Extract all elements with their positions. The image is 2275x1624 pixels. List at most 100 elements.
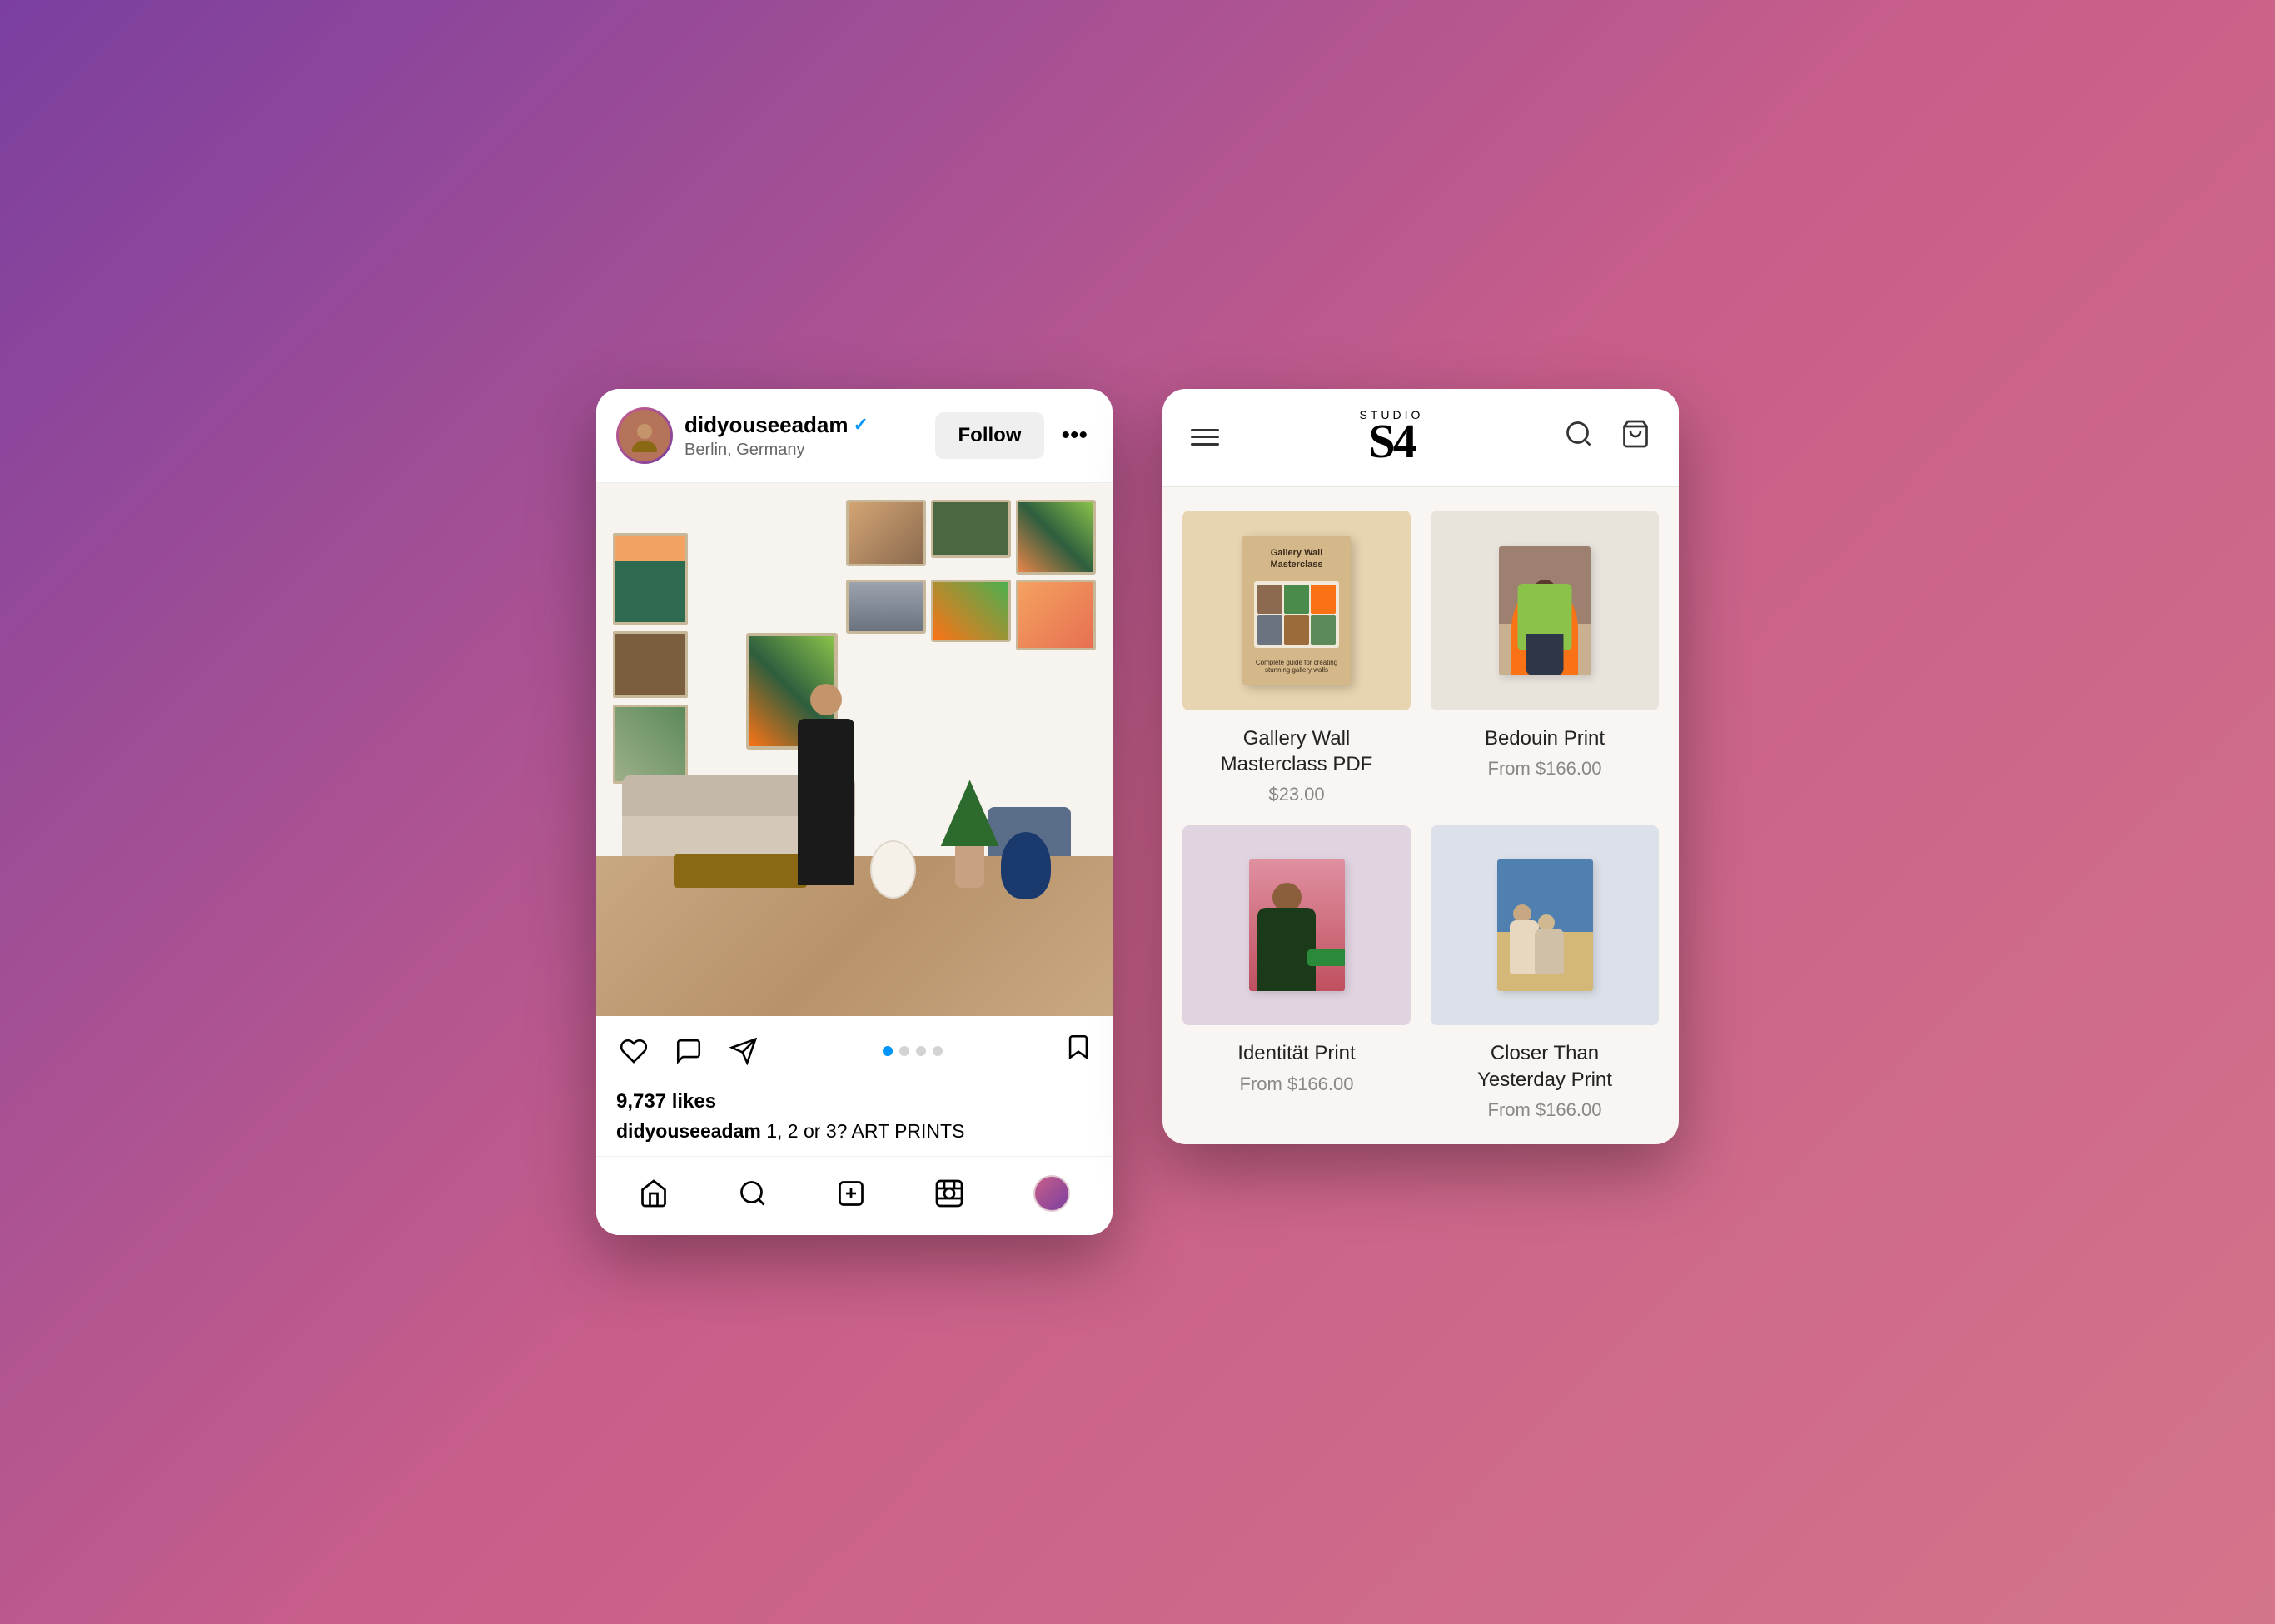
dot-3 xyxy=(916,1046,926,1056)
carousel-dots xyxy=(883,1046,943,1056)
home-icon xyxy=(639,1178,669,1208)
cart-icon xyxy=(1620,419,1650,449)
dot-2 xyxy=(899,1046,909,1056)
book-cell-4 xyxy=(1257,615,1282,645)
heart-icon xyxy=(620,1037,648,1065)
person-legs xyxy=(798,819,854,885)
like-button[interactable] xyxy=(616,1034,651,1069)
username-text: didyouseeadam xyxy=(684,412,849,438)
product-item-4[interactable]: Closer ThanYesterday Print From $166.00 xyxy=(1431,825,1659,1120)
profile-pic-nav xyxy=(1033,1175,1070,1212)
lamp-shade xyxy=(870,840,916,899)
dot-4 xyxy=(933,1046,943,1056)
product-name-1: Gallery WallMasterclass PDF xyxy=(1182,725,1411,777)
instagram-screen: didyouseeadam ✓ Berlin, Germany Follow •… xyxy=(596,389,1113,1235)
post-caption: didyouseeadam 1, 2 or 3? ART PRINTS xyxy=(596,1113,1113,1156)
bedouin-legs xyxy=(1526,634,1564,675)
add-icon xyxy=(836,1178,866,1208)
menu-line-1 xyxy=(1191,429,1219,431)
product-image-3 xyxy=(1182,825,1411,1025)
avatar[interactable] xyxy=(616,407,673,464)
product-name-2: Bedouin Print xyxy=(1431,725,1659,751)
identitat-arm xyxy=(1307,949,1345,966)
blue-vase xyxy=(1001,832,1051,899)
wall-art-4 xyxy=(846,580,926,634)
product-image-2 xyxy=(1431,511,1659,710)
user-info: didyouseeadam ✓ Berlin, Germany xyxy=(684,412,923,460)
ig-post-header: didyouseeadam ✓ Berlin, Germany Follow •… xyxy=(596,389,1113,483)
search-icon xyxy=(1564,419,1594,449)
reels-icon xyxy=(934,1178,964,1208)
comment-button[interactable] xyxy=(671,1034,706,1069)
product-image-4 xyxy=(1431,825,1659,1025)
post-image xyxy=(596,483,1113,1016)
product-price-2: From $166.00 xyxy=(1431,758,1659,780)
product-name-4: Closer ThanYesterday Print xyxy=(1431,1040,1659,1092)
caption-text: 1, 2 or 3? ART PRINTS xyxy=(766,1120,964,1142)
product-item-3[interactable]: Identität Print From $166.00 xyxy=(1182,825,1411,1120)
product-name-3: Identität Print xyxy=(1182,1040,1411,1066)
ig-bottom-nav xyxy=(596,1156,1113,1235)
bedouin-artwork xyxy=(1499,546,1591,675)
product-grid: Gallery Wall Masterclass Complete guide … xyxy=(1162,487,1679,1144)
follow-button[interactable]: Follow xyxy=(935,412,1045,459)
bedouin-figure xyxy=(1511,567,1578,675)
more-options-button[interactable]: ••• xyxy=(1056,416,1093,455)
closer-artwork xyxy=(1497,859,1593,991)
shop-search-button[interactable] xyxy=(1559,414,1599,461)
wall-art-1 xyxy=(846,500,926,566)
plant-pot xyxy=(955,846,984,888)
username-display: didyouseeadam ✓ xyxy=(684,412,923,438)
product-price-1: $23.00 xyxy=(1182,784,1411,805)
book-cell-1 xyxy=(1257,585,1282,614)
book-cover: Gallery Wall Masterclass Complete guide … xyxy=(1242,536,1351,685)
left-art-1 xyxy=(613,533,688,625)
share-button[interactable] xyxy=(726,1034,761,1069)
product-price-3: From $166.00 xyxy=(1182,1074,1411,1095)
plant-leaves xyxy=(941,780,999,846)
book-cell-6 xyxy=(1311,615,1336,645)
left-art-2 xyxy=(613,631,688,698)
wall-art-3 xyxy=(1016,500,1096,575)
wall-art-5 xyxy=(931,580,1011,642)
floor-lamp xyxy=(870,840,916,899)
avatar-inner xyxy=(619,410,670,461)
room-scene xyxy=(596,483,1113,1016)
coffee-table xyxy=(674,854,807,888)
nav-home-button[interactable] xyxy=(634,1173,674,1213)
wall-art-2 xyxy=(931,500,1011,558)
book-subtitle: Complete guide for creating stunning gal… xyxy=(1254,659,1339,674)
closer-figure-2 xyxy=(1535,929,1564,974)
left-art-3 xyxy=(613,705,688,784)
likes-count: 9,737 likes xyxy=(596,1090,1113,1113)
bookmark-button[interactable] xyxy=(1064,1033,1093,1069)
product-item-1[interactable]: Gallery Wall Masterclass Complete guide … xyxy=(1182,511,1411,805)
person-head xyxy=(810,684,842,715)
product-item-2[interactable]: Bedouin Print From $166.00 xyxy=(1431,511,1659,805)
shop-logo: STUDIO S4 xyxy=(1360,409,1424,466)
cart-button[interactable] xyxy=(1615,414,1655,461)
menu-line-3 xyxy=(1191,443,1219,446)
left-wall-art xyxy=(613,533,688,784)
book-cell-2 xyxy=(1284,585,1309,614)
nav-profile-button[interactable] xyxy=(1028,1170,1075,1217)
nav-add-button[interactable] xyxy=(831,1173,871,1213)
menu-line-2 xyxy=(1191,436,1219,439)
bookmark-icon xyxy=(1064,1033,1093,1061)
share-icon xyxy=(729,1037,758,1065)
nav-search-button[interactable] xyxy=(733,1173,773,1213)
action-icons-row xyxy=(616,1033,1093,1069)
closer-print-image xyxy=(1431,825,1659,1025)
ig-post-actions xyxy=(596,1016,1113,1079)
shop-header-icons xyxy=(1559,414,1655,461)
nav-reels-button[interactable] xyxy=(929,1173,969,1213)
wall-art-6 xyxy=(1016,580,1096,650)
wall-art-grid xyxy=(846,500,1096,650)
product-image-1: Gallery Wall Masterclass Complete guide … xyxy=(1182,511,1411,710)
menu-button[interactable] xyxy=(1186,424,1224,451)
book-cell-3 xyxy=(1311,585,1336,614)
product-price-4: From $166.00 xyxy=(1431,1099,1659,1121)
indoor-plant xyxy=(941,780,999,888)
shop-header: STUDIO S4 xyxy=(1162,389,1679,486)
caption-username[interactable]: didyouseeadam xyxy=(616,1120,761,1142)
